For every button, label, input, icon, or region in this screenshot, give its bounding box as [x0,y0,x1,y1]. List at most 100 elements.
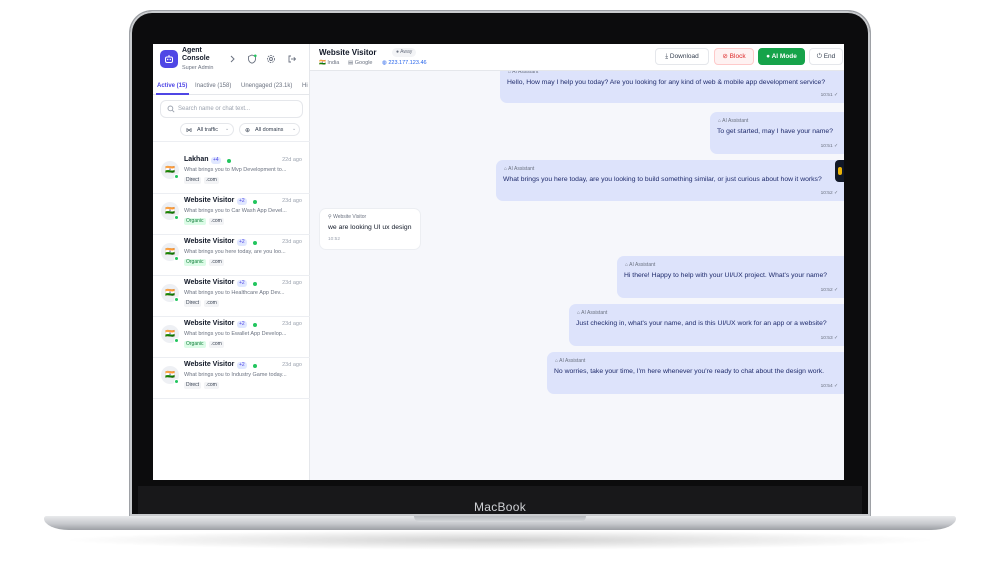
search-input[interactable]: Search name or chat text... [160,100,303,118]
message-text: Hi there! Happy to help with your UI/UX … [624,272,828,279]
laptop-notch [414,516,586,522]
traffic-source-tag: Organic [184,218,206,225]
search-placeholder: Search name or chat text... [178,106,251,112]
online-indicator [174,256,179,261]
traffic-source-tag: Direct [184,382,202,389]
chat-name: Website Visitor [184,361,235,368]
message-thread[interactable]: ⌂ AI Assistant Hello, How may I help you … [310,71,844,480]
chat-list-item[interactable]: 🇮🇳 Website Visitor +2 23d ago What brings yo… [153,358,310,399]
sender-name: Website Visitor [333,214,367,220]
online-indicator [174,215,179,220]
online-indicator [174,338,179,343]
block-button[interactable]: ⊘ Block [714,48,754,65]
chat-list-item[interactable]: 🇮🇳 Lakhan +4 22d ago What brings you to Mvp … [153,153,310,194]
domain-tag: .com [204,177,219,184]
online-indicator [174,297,179,302]
status-dot [227,159,231,163]
status-badge: ● Away [392,48,417,57]
chat-preview: What brings you to Industry Game today..… [184,372,287,378]
time-text: 10:51 [820,144,833,149]
time-text: 10:54 [820,384,833,389]
ai-message-bubble: ⌂ AI Assistant What brings you here today… [496,160,844,201]
conversation-panel: Website Visitor ● Away 🇮🇳 India ▤ Google… [310,44,844,480]
domain-tag: .com [209,341,224,348]
message-text: Just checking in, what's your name, and … [576,320,827,327]
end-chat-button[interactable]: ⏻ End [809,48,843,65]
globe-icon: ⊕ [245,128,251,134]
message-time: 10:51 ✓ [820,144,838,149]
tab-unengaged[interactable]: Unengaged (23.1k) [241,83,292,89]
sender-label: ⌂ AI Assistant [577,310,608,316]
bot-logo-icon [160,50,178,68]
chat-preview: What brings you to Ewallet App Develop..… [184,331,287,337]
chat-list-item[interactable]: 🇮🇳 Website Visitor +2 23d ago What brings yo… [153,317,310,358]
traffic-icon: ⋈ [186,128,192,134]
message-count-badge: +2 [237,362,247,369]
tab-inactive[interactable]: Inactive (158) [195,83,231,89]
domain-filter[interactable]: ⊕ All domains ⌄ [239,123,300,136]
ai-message-bubble: ⌂ AI Assistant Hello, How may I help you … [500,71,844,103]
source-text: Google [354,60,373,66]
status-dot [253,282,257,286]
sender-name: AI Assistant [508,166,535,172]
message-text: Hello, How may I help you today? Are you… [507,79,826,86]
domain-tag: .com [209,218,224,225]
visitor-message-bubble: ⚲ Website Visitor we are looking UI ux de… [319,208,421,250]
chat-name: Website Visitor [184,279,235,286]
traffic-filter[interactable]: ⋈ All traffic ⌄ [180,123,234,136]
time-text: 10:53 [820,336,833,341]
gear-icon[interactable] [266,54,276,64]
ai-mode-button[interactable]: ● AI Mode [758,48,805,65]
sender-label: ⚲ Website Visitor [328,214,367,220]
sender-name: AI Assistant [559,358,586,364]
device-brand-label: MacBook [473,500,527,514]
traffic-filter-label: All traffic [197,127,218,133]
chat-preview: What brings you to Mvp Development to... [184,167,287,173]
status-dot [253,364,257,368]
side-widget-tab[interactable] [835,160,844,182]
chat-time: 23d ago [282,198,302,204]
ai-message-bubble: ⌂ AI Assistant No worries, take your time… [547,352,844,394]
chat-list-item[interactable]: 🇮🇳 Website Visitor +2 23d ago What brings yo… [153,194,310,235]
message-text: To get started, may I have your name? [717,128,833,135]
traffic-source-tag: Organic [184,341,206,348]
chat-preview: What brings you to Healthcare App Dev... [184,290,285,296]
tab-more[interactable]: Hi [302,83,308,89]
sender-name: AI Assistant [629,262,656,268]
visitor-source: ▤ Google [348,60,373,66]
message-count-badge: +2 [237,198,247,205]
message-count-badge: +2 [237,321,247,328]
tab-active[interactable]: Active (15) [157,83,187,89]
online-indicator [174,174,179,179]
sender-label: ⌂ AI Assistant [718,118,749,124]
message-count-badge: +2 [237,239,247,246]
traffic-source-tag: Direct [184,300,202,307]
message-text: What brings you here today, are you look… [503,176,822,183]
ip-text: 223.177.123.46 [388,60,427,66]
visitor-country: 🇮🇳 India [319,60,340,66]
status-dot [253,323,257,327]
visitor-name: Website Visitor [319,48,377,57]
shield-check-icon[interactable] [247,54,257,64]
logout-icon[interactable] [287,54,297,64]
message-time: 10:52 ✓ [820,288,838,293]
message-time: 10:52 [328,237,341,242]
message-count-badge: +2 [237,280,247,287]
app-title: Agent Console [182,47,210,62]
online-indicator [174,379,179,384]
laptop-frame: MacBook Agent Console Super Admin Active… [0,0,1000,574]
chat-list-item[interactable]: 🇮🇳 Website Visitor +2 23d ago What brings yo… [153,235,310,276]
chevron-right-icon[interactable] [227,54,237,64]
sidebar-header: Agent Console Super Admin [153,44,310,76]
ai-message-bubble: ⌂ AI Assistant Just checking in, what's y… [569,304,844,346]
chat-list-item[interactable]: 🇮🇳 Website Visitor +2 23d ago What brings yo… [153,276,310,317]
chat-name: Website Visitor [184,238,235,245]
download-button[interactable]: ⤓ Download [655,48,709,65]
active-tab-indicator [156,93,189,95]
chevron-down-icon: ⌄ [225,126,230,132]
chevron-down-icon: ⌄ [292,126,297,132]
traffic-source-tag: Organic [184,259,206,266]
chat-time: 23d ago [282,280,302,286]
sender-label: ⌂ AI Assistant [504,166,535,172]
time-text: 10:51 [820,93,833,98]
